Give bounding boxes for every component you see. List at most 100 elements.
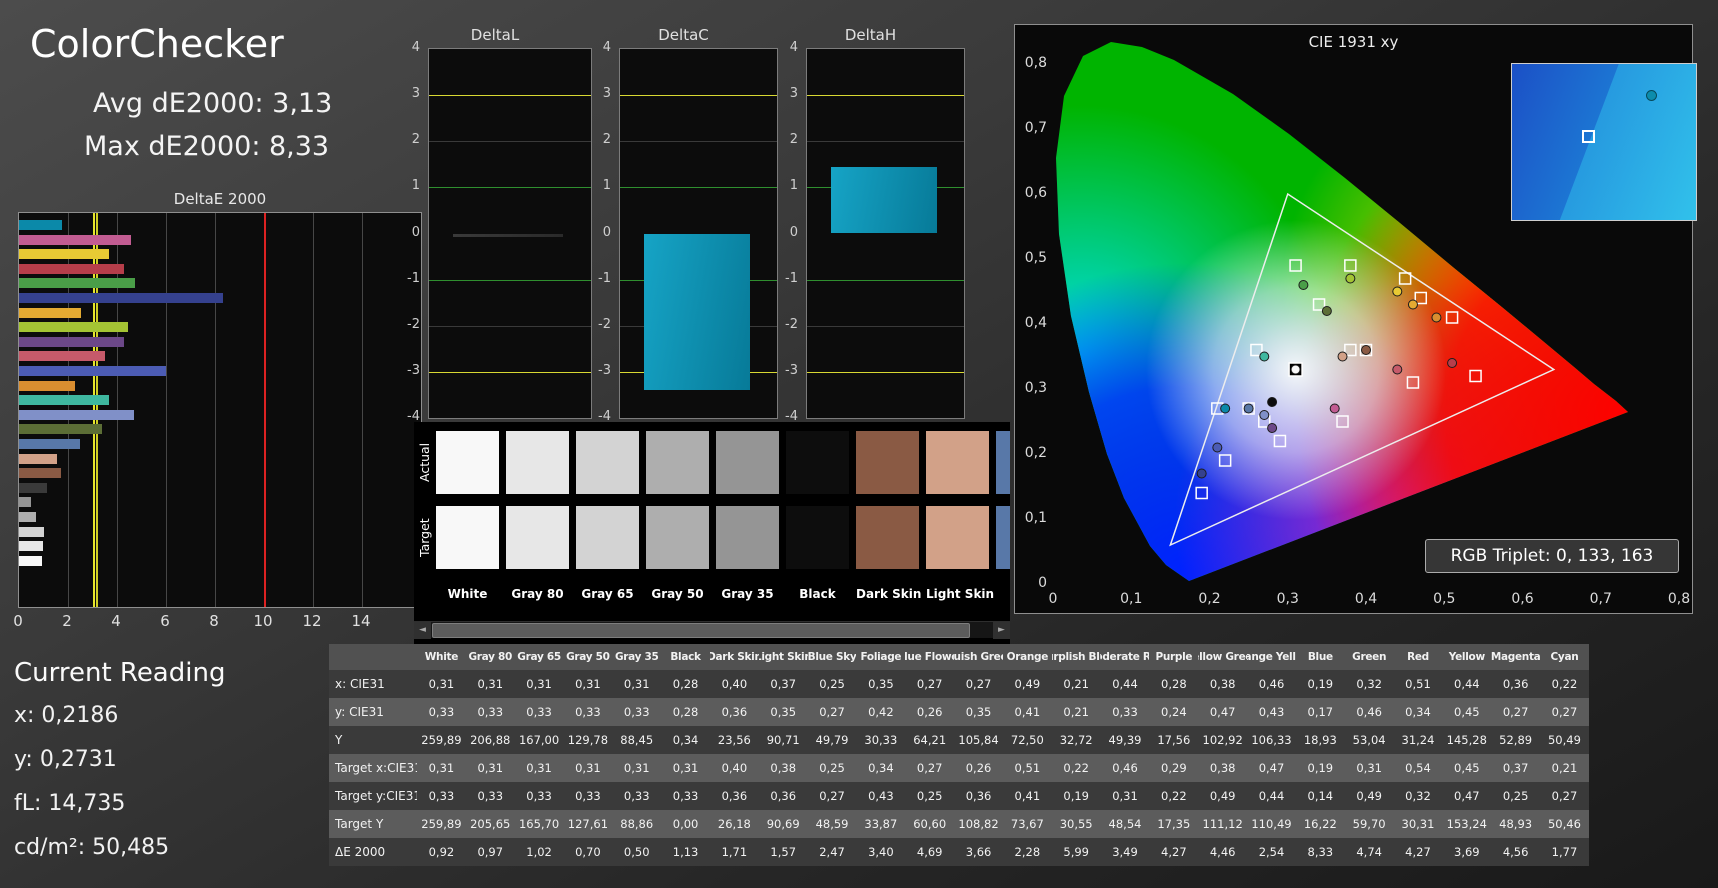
table-cell: 0,19 bbox=[1063, 789, 1089, 803]
table-cell: 90,71 bbox=[766, 733, 800, 747]
y-tick-label: -3 bbox=[785, 362, 798, 378]
table-cell: 0,34 bbox=[672, 733, 699, 747]
swatch-target-gray-35 bbox=[716, 506, 779, 569]
table-cell: 60,60 bbox=[913, 817, 947, 831]
swatch-target-gray-50 bbox=[646, 506, 709, 569]
reading-y: y: 0,2731 bbox=[14, 747, 117, 772]
table-cell: 0,49 bbox=[1014, 677, 1041, 691]
table-cell: 129,78 bbox=[567, 733, 609, 747]
table-cell: 3,69 bbox=[1454, 845, 1480, 859]
measured-blue bbox=[1196, 468, 1207, 479]
delta-h-plot bbox=[806, 48, 965, 419]
scroll-right-icon[interactable]: ► bbox=[993, 622, 1010, 639]
table-row-x-cie31: x: CIE31 0,31 0,31 0,31 0,31 0,31 0,28 0,40 0,37… bbox=[329, 670, 1589, 698]
measured-blue-sky bbox=[1243, 403, 1254, 414]
table-cell: 0,44 bbox=[1112, 677, 1138, 691]
column-header-blue: Blue bbox=[1307, 651, 1333, 663]
table-cell: 0,31 bbox=[428, 761, 455, 775]
table-cell: 0,22 bbox=[1161, 789, 1187, 803]
guide-line bbox=[620, 187, 777, 189]
table-cell: 5,99 bbox=[1063, 845, 1089, 859]
table-cell: 0,33 bbox=[575, 789, 601, 803]
cie-y-tick: 0,3 bbox=[1024, 380, 1047, 396]
measured-yellow bbox=[1392, 286, 1403, 297]
scroll-left-icon[interactable]: ◄ bbox=[414, 622, 431, 639]
table-cell: 0,43 bbox=[1258, 705, 1285, 719]
table-cell: 0,31 bbox=[672, 761, 699, 775]
column-header-dark-skin: Dark Skin bbox=[709, 651, 759, 663]
patch-scrollbar[interactable]: ◄ ► bbox=[414, 621, 1010, 639]
table-cell: 1,02 bbox=[526, 845, 552, 859]
table-cell: 0,27 bbox=[1551, 789, 1578, 803]
table-cell: 0,41 bbox=[1014, 705, 1041, 719]
y-tick-label: 2 bbox=[411, 132, 420, 148]
x-tick-label: 0 bbox=[13, 612, 23, 630]
x-tick-label: 12 bbox=[302, 612, 322, 630]
table-cell: 0,97 bbox=[477, 845, 504, 859]
deltae-bar-blue-sky bbox=[19, 439, 80, 449]
table-cell: 90,69 bbox=[766, 817, 800, 831]
cie-y-tick: 0,1 bbox=[1024, 510, 1047, 526]
deltae-bar-orange bbox=[19, 380, 75, 391]
measured-purplish-blue bbox=[1212, 442, 1223, 453]
reading-fl: fL: 14,735 bbox=[14, 791, 126, 816]
table-cell: 4,27 bbox=[1161, 845, 1187, 859]
x-tick-label: 6 bbox=[160, 612, 170, 630]
swatch-actual-black bbox=[786, 431, 849, 494]
table-cell: 0,21 bbox=[1551, 761, 1578, 775]
table-cell: 30,55 bbox=[1059, 817, 1093, 831]
deltae-bar-yellow-green bbox=[19, 322, 129, 333]
scrollbar-thumb[interactable] bbox=[432, 623, 970, 638]
cie-y-tick: 0,2 bbox=[1024, 445, 1047, 461]
table-cell: 4,46 bbox=[1209, 845, 1236, 859]
table-cell: 165,70 bbox=[518, 817, 560, 831]
deltae-bar-orange-yellow bbox=[19, 307, 82, 318]
table-cell: 4,27 bbox=[1405, 845, 1431, 859]
y-tick-label: 1 bbox=[789, 178, 798, 194]
y-tick-label: -2 bbox=[785, 316, 798, 332]
patch-row-target bbox=[414, 506, 1010, 569]
swatch-actual-white bbox=[436, 431, 499, 494]
table-cell: 167,00 bbox=[518, 733, 560, 747]
cie-x-tick: 0,6 bbox=[1511, 591, 1534, 607]
table-cell: 0,41 bbox=[1014, 789, 1041, 803]
column-header-gray-65: Gray 65 bbox=[517, 651, 561, 663]
measured-foliage bbox=[1321, 306, 1332, 316]
deltae-bar-gray-35 bbox=[19, 497, 32, 508]
table-cell: 48,59 bbox=[815, 817, 849, 831]
y-tick-label: 4 bbox=[411, 40, 420, 55]
y-tick-label: -1 bbox=[407, 270, 420, 286]
table-cell: 52,89 bbox=[1499, 733, 1533, 747]
y-tick-label: 3 bbox=[602, 86, 611, 102]
delta-c-title: DeltaC bbox=[658, 26, 709, 44]
table-cell: 26,18 bbox=[717, 817, 751, 831]
column-header-red: Red bbox=[1407, 651, 1429, 663]
deltae-bar-dark-skin bbox=[19, 468, 61, 479]
table-cell: 23,56 bbox=[717, 733, 751, 747]
table-cell: 0,42 bbox=[868, 705, 894, 719]
deltae-bar-red bbox=[19, 263, 124, 274]
guide-line bbox=[807, 279, 964, 281]
delta-h-bar bbox=[830, 166, 938, 234]
column-header-moderate-red: Moderate Red bbox=[1101, 651, 1150, 663]
row-label: x: CIE31 bbox=[335, 677, 385, 691]
swatch-actual-light-skin bbox=[926, 431, 989, 494]
table-cell: 33,87 bbox=[864, 817, 898, 831]
results-table: White Gray 80 Gray 65 Gray 50 Gray 35 Black Da… bbox=[329, 644, 1589, 866]
cie-title: CIE 1931 xy bbox=[1308, 33, 1399, 51]
guide-line bbox=[429, 187, 591, 189]
table-cell: 0,27 bbox=[819, 789, 845, 803]
table-cell: 0,25 bbox=[819, 761, 845, 775]
cie-y-tick: 0,8 bbox=[1024, 55, 1047, 71]
table-cell: 4,74 bbox=[1356, 845, 1382, 859]
y-tick-label: 3 bbox=[789, 86, 798, 102]
table-cell: 0,21 bbox=[1063, 677, 1089, 691]
gridline bbox=[215, 213, 216, 607]
table-cell: 0,31 bbox=[477, 677, 504, 691]
measured-green bbox=[1298, 280, 1309, 290]
table-cell: 0,25 bbox=[1502, 789, 1529, 803]
table-cell: 3,49 bbox=[1112, 845, 1138, 859]
table-cell: 88,45 bbox=[620, 733, 654, 747]
guide-line bbox=[620, 141, 777, 143]
patch-label-gray-80: Gray 80 bbox=[511, 587, 564, 601]
